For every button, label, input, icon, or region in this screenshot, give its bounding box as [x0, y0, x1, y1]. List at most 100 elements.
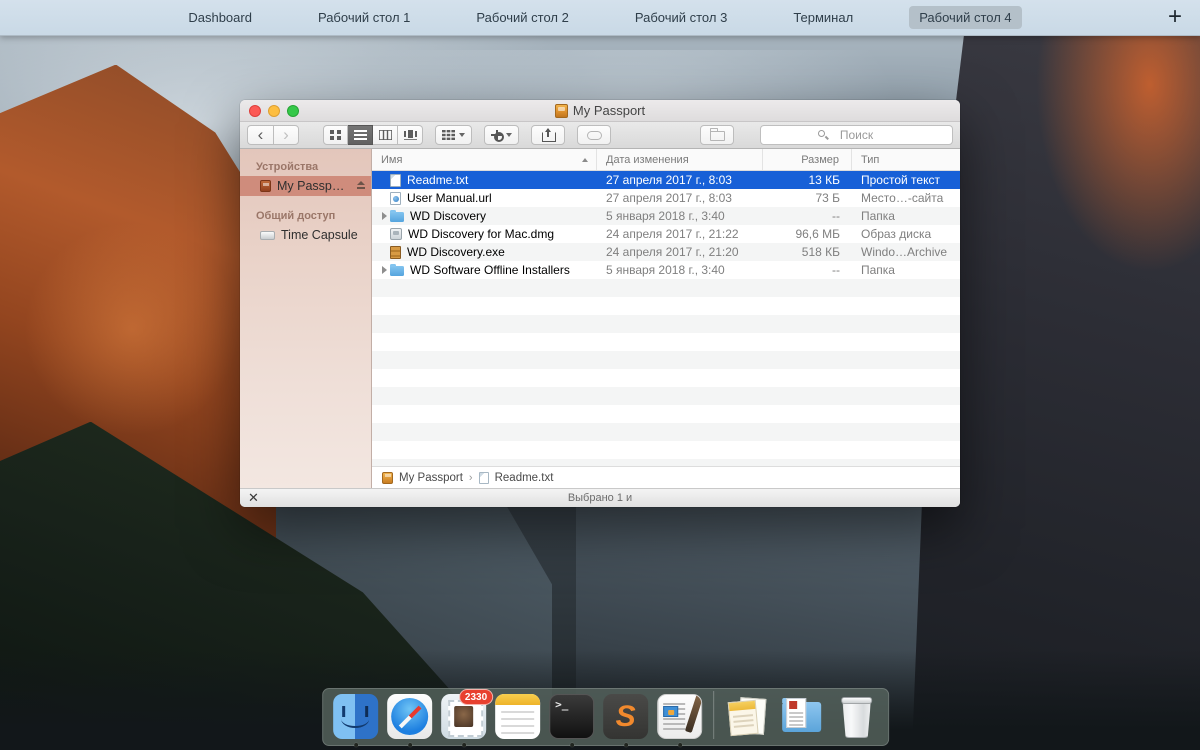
- status-bar: ✕ Выбрано 1 и: [240, 488, 960, 507]
- running-indicator: [354, 743, 358, 747]
- tag-icon: [587, 131, 602, 140]
- sidebar-item-time-capsule[interactable]: Time Capsule: [240, 225, 371, 245]
- dock-item-finder[interactable]: [333, 694, 378, 739]
- tab-dashboard[interactable]: Dashboard: [178, 6, 262, 29]
- dock-divider: [713, 691, 714, 739]
- sort-ascending-icon: [582, 158, 588, 162]
- back-button[interactable]: ‹: [247, 125, 273, 145]
- file-name: WD Discovery for Mac.dmg: [408, 227, 554, 241]
- document-icon: [390, 174, 401, 187]
- external-drive-icon: [382, 472, 393, 484]
- share-button[interactable]: [531, 125, 565, 145]
- column-view-icon: [379, 130, 392, 140]
- status-text: Выбрано 1 и: [568, 492, 632, 504]
- tab-desktop-1[interactable]: Рабочий стол 1: [308, 6, 420, 29]
- notes-icon: [495, 694, 540, 739]
- file-name: WD Discovery: [410, 209, 486, 223]
- file-row[interactable]: WD Discovery for Mac.dmg 24 апреля 2017 …: [372, 225, 960, 243]
- file-size: 13 КБ: [763, 173, 852, 187]
- close-window-button[interactable]: [249, 105, 261, 117]
- mail-badge: 2330: [459, 689, 493, 705]
- file-row[interactable]: User Manual.url 27 апреля 2017 г., 8:03 …: [372, 189, 960, 207]
- list-body[interactable]: Readme.txt 27 апреля 2017 г., 8:03 13 КБ…: [372, 171, 960, 466]
- path-segment[interactable]: Readme.txt: [495, 472, 554, 484]
- external-drive-icon: [260, 180, 271, 192]
- dock-item-trash[interactable]: [833, 694, 878, 739]
- zoom-window-button[interactable]: [287, 105, 299, 117]
- forward-button[interactable]: ›: [273, 125, 299, 145]
- arrange-button[interactable]: [435, 125, 472, 145]
- external-drive-icon: [555, 104, 568, 118]
- dock-item-terminal[interactable]: [549, 694, 594, 739]
- tab-desktop-2[interactable]: Рабочий стол 2: [466, 6, 578, 29]
- file-type: Место…-сайта: [852, 191, 960, 205]
- list-view-button[interactable]: [348, 125, 373, 145]
- coverflow-view-icon: [404, 130, 417, 140]
- dock-item-mail[interactable]: 2330: [441, 694, 486, 739]
- file-date: 24 апреля 2017 г., 21:20: [597, 245, 763, 259]
- tab-desktop-3[interactable]: Рабочий стол 3: [625, 6, 737, 29]
- file-row[interactable]: WD Software Offline Installers 5 января …: [372, 261, 960, 279]
- column-header-date[interactable]: Дата изменения: [597, 149, 763, 170]
- back-icon: ‹: [258, 127, 264, 143]
- path-segment[interactable]: My Passport: [399, 472, 463, 484]
- minimize-window-button[interactable]: [268, 105, 280, 117]
- file-name: Readme.txt: [407, 173, 468, 187]
- dock-item-textedit[interactable]: [657, 694, 702, 739]
- column-view-button[interactable]: [373, 125, 398, 145]
- dock-item-downloads-folder[interactable]: [779, 694, 824, 739]
- new-folder-button[interactable]: [700, 125, 734, 145]
- search-input[interactable]: [760, 125, 953, 145]
- chevron-right-icon: ›: [469, 472, 473, 484]
- dock: 2330: [322, 688, 889, 746]
- safari-icon: [387, 694, 432, 739]
- file-list-pane: Имя Дата изменения Размер Тип Readme.txt…: [372, 149, 960, 488]
- folder-icon: [390, 212, 404, 222]
- running-indicator: [570, 743, 574, 747]
- file-type: Простой текст: [852, 173, 960, 187]
- running-indicator: [624, 743, 628, 747]
- finder-window: My Passport ‹ ›: [240, 100, 960, 507]
- tab-desktop-4[interactable]: Рабочий стол 4: [909, 6, 1021, 29]
- window-title: My Passport: [555, 103, 645, 118]
- dock-item-documents-stack[interactable]: [725, 694, 770, 739]
- spaces-bar: Dashboard Рабочий стол 1 Рабочий стол 2 …: [0, 0, 1200, 36]
- coverflow-view-button[interactable]: [398, 125, 423, 145]
- file-date: 5 января 2018 г., 3:40: [597, 209, 763, 223]
- tags-button[interactable]: [577, 125, 611, 145]
- eject-icon[interactable]: [356, 181, 365, 190]
- running-indicator: [462, 743, 466, 747]
- disclosure-triangle-icon[interactable]: [378, 212, 390, 220]
- dock-item-notes[interactable]: [495, 694, 540, 739]
- file-type: Папка: [852, 209, 960, 223]
- path-bar: My Passport › Readme.txt: [372, 466, 960, 488]
- file-size: 73 Б: [763, 191, 852, 205]
- disk-image-icon: [390, 228, 402, 240]
- trash-icon: [833, 694, 878, 739]
- sidebar-item-my-passport[interactable]: My Passp…: [240, 176, 371, 196]
- file-row[interactable]: Readme.txt 27 апреля 2017 г., 8:03 13 КБ…: [372, 171, 960, 189]
- file-row[interactable]: WD Discovery.exe 24 апреля 2017 г., 21:2…: [372, 243, 960, 261]
- column-header-name[interactable]: Имя: [372, 149, 597, 170]
- column-header-type[interactable]: Тип: [852, 149, 960, 170]
- file-name: User Manual.url: [407, 191, 492, 205]
- sidebar: Устройства My Passp… Общий доступ Time C…: [240, 149, 372, 488]
- sidebar-section-shared: Общий доступ: [240, 206, 371, 225]
- gear-icon: [491, 130, 502, 141]
- finder-toolbar: ‹ ›: [240, 122, 960, 149]
- disclosure-triangle-icon[interactable]: [378, 266, 390, 274]
- search-field-wrap: [760, 125, 953, 145]
- file-row[interactable]: WD Discovery 5 января 2018 г., 3:40 -- П…: [372, 207, 960, 225]
- dock-item-safari[interactable]: [387, 694, 432, 739]
- close-icon[interactable]: ✕: [248, 491, 259, 505]
- window-titlebar[interactable]: My Passport: [240, 100, 960, 122]
- action-menu-button[interactable]: [484, 125, 519, 145]
- documents-stack-icon: [725, 694, 770, 739]
- dock-item-sublime-text[interactable]: [603, 694, 648, 739]
- arrange-icon: [442, 130, 455, 140]
- exe-icon: [390, 246, 401, 259]
- add-space-button[interactable]: +: [1168, 4, 1182, 30]
- icon-view-button[interactable]: [323, 125, 348, 145]
- tab-terminal[interactable]: Терминал: [783, 6, 863, 29]
- column-header-size[interactable]: Размер: [763, 149, 852, 170]
